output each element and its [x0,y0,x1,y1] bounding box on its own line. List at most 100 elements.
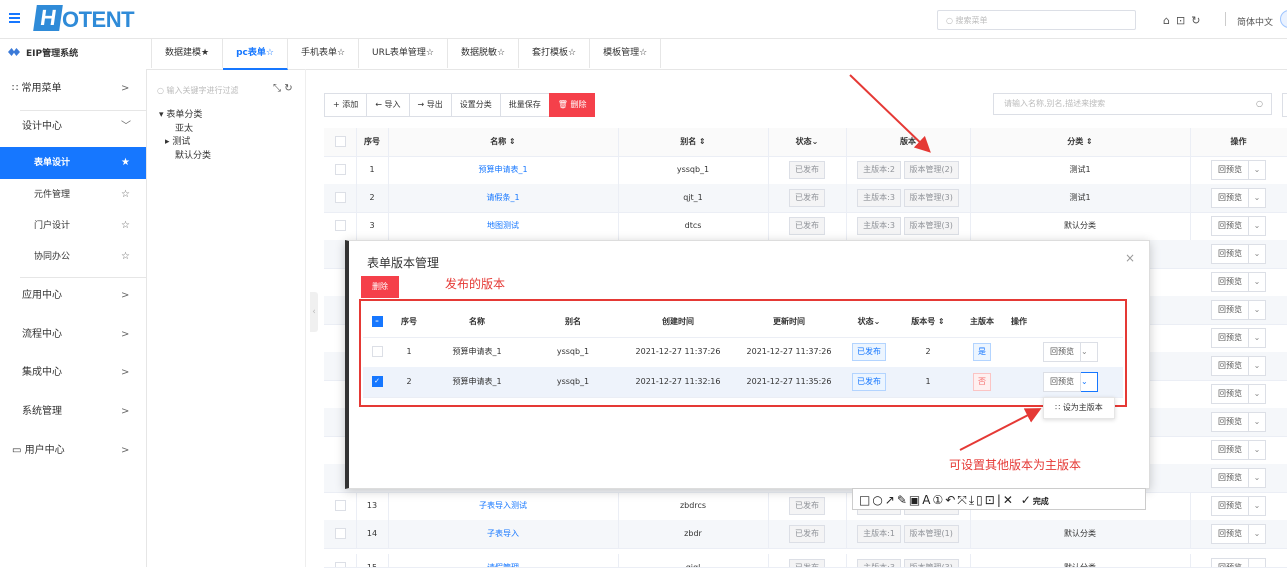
preview-button[interactable]: 回预览 [1211,272,1249,292]
tab-mobile-form[interactable]: 手机表单☆ [288,38,360,68]
sidebar-item-common-menu[interactable]: ∷ 常用菜单 > [0,73,146,105]
tree-filter-input[interactable]: ○ 输入关键字进行过滤 [157,85,239,96]
refresh-icon[interactable]: ↻ [1191,14,1206,27]
sidebar-item-process-center[interactable]: 流程中心 > [0,319,146,351]
set-category-button[interactable]: 设置分类 [450,93,501,117]
form-name-link[interactable]: 预算申请表_1 [388,156,619,184]
tab-template-management[interactable]: 模板管理☆ [590,38,662,68]
tab-data-modeling[interactable]: 数据建模★ [151,38,224,68]
sidebar-item-user-center[interactable]: ▭ 用户中心 > [0,435,146,467]
tree-node[interactable]: 默认分类 [175,148,211,161]
preview-button[interactable]: 回预览 [1211,524,1249,544]
row-checkbox[interactable] [334,528,346,539]
preview-button[interactable]: 回预览 [1211,496,1249,516]
chevron-down-icon[interactable]: ⌄ [1249,328,1266,348]
preview-button[interactable]: 回预览 [1211,440,1249,460]
tab-data-masking[interactable]: 数据脱敏☆ [448,38,520,68]
version-manage-button[interactable]: 版本管理(2) [903,161,959,179]
main-version-button[interactable]: 主版本:2 [857,161,901,179]
sidebar-item-collaboration[interactable]: 协同办公 ☆ [0,241,146,273]
preview-button[interactable]: 回预览 [1211,160,1249,180]
sidebar-item-portal-design[interactable]: 门户设计 ☆ [0,210,146,242]
preview-button[interactable]: 回预览 [1211,188,1249,208]
tab-print-template[interactable]: 套打模板☆ [519,38,591,68]
tree-node[interactable]: ▸ 测试 [165,134,190,147]
star-icon[interactable]: ☆ [121,241,130,273]
annotation-tools[interactable]: □○↗✎▣A①↶⤧⤓▯⊡|✕ ✓ [859,493,1033,507]
chevron-down-icon[interactable]: ⌄ [1249,384,1266,404]
version-manage-button[interactable]: 版本管理(3) [903,217,959,235]
chevron-down-icon[interactable]: ⌄ [1249,440,1266,460]
menu-toggle-icon[interactable] [9,13,20,23]
monitor-icon[interactable]: ⌂ [1163,14,1176,27]
chevron-down-icon[interactable]: ⌄ [1249,160,1266,180]
chevron-down-icon[interactable]: ⌄ [1081,372,1098,392]
chevron-down-icon[interactable]: ⌄ [1249,412,1266,432]
preview-button[interactable]: 回预览 [1211,384,1249,404]
avatar[interactable] [1280,10,1287,28]
star-icon[interactable]: ☆ [121,179,130,211]
chevron-down-icon[interactable]: ⌄ [1249,244,1266,264]
row-checkbox[interactable] [334,164,346,175]
form-name-link[interactable]: 地图测试 [388,212,619,240]
select-all-checkbox[interactable] [334,136,346,147]
set-main-version-menu-item[interactable]: ∷ 设为主版本 [1043,397,1115,419]
batch-save-button[interactable]: 批量保存 [499,93,550,117]
row-checkbox[interactable] [334,220,346,231]
row-checkbox[interactable] [371,346,383,357]
star-icon[interactable]: ★ [121,147,130,179]
form-name-link[interactable]: 请假条_1 [388,184,619,212]
done-button[interactable]: 完成 [1033,497,1049,506]
chevron-down-icon[interactable]: ⌄ [1249,496,1266,516]
chevron-down-icon[interactable]: ⌄ [1249,188,1266,208]
chevron-down-icon[interactable]: ⌄ [1249,216,1266,236]
version-manage-button[interactable]: 版本管理(3) [903,189,959,207]
sidebar-item-component-mgmt[interactable]: 元件管理 ☆ [0,179,146,211]
row-checkbox[interactable] [334,500,346,511]
chevron-down-icon[interactable]: ⌄ [1249,524,1266,544]
form-name-link[interactable]: 子表导入 [388,520,619,548]
export-button[interactable]: → 导出 [408,93,452,117]
close-icon[interactable]: × [1125,251,1135,265]
chevron-down-icon[interactable]: ⌄ [1249,272,1266,292]
language-switch[interactable]: 简体中文 [1237,15,1273,28]
select-all-checkbox[interactable]: – [371,316,383,327]
menu-search-input[interactable]: ○ 搜索菜单 [937,10,1136,30]
sidebar-item-system-mgmt[interactable]: 系统管理 > [0,396,146,428]
preview-button[interactable]: 回预览 [1211,244,1249,264]
tab-url-form[interactable]: URL表单管理☆ [359,38,448,68]
preview-button[interactable]: 回预览 [1211,356,1249,376]
main-version-button[interactable]: 主版本:3 [857,217,901,235]
tab-pc-form[interactable]: pc表单☆ [223,38,288,70]
row-checkbox[interactable] [334,192,346,203]
tree-node[interactable]: 亚太 [175,121,193,134]
expand-icon[interactable]: ⤡ [273,83,281,94]
form-search-input[interactable]: 请输入名称,别名,描述来搜索 ○ [993,93,1272,115]
preview-button[interactable]: 回预览 [1211,300,1249,320]
form-name-link[interactable]: 请假管理 [388,554,619,567]
sidebar-item-integration-center[interactable]: 集成中心 > [0,357,146,389]
dialog-delete-button[interactable]: 删除 [361,276,399,298]
form-name-link[interactable]: 子表导入测试 [388,492,619,520]
search-button[interactable] [1282,93,1287,117]
preview-button[interactable]: 回预览 [1211,216,1249,236]
preview-button[interactable]: 回预览 [1043,342,1081,362]
import-button[interactable]: ← 导入 [366,93,410,117]
delete-button[interactable]: 🗑 删除 [548,93,596,117]
add-button[interactable]: + 添加 [324,93,368,117]
version-manage-button[interactable]: 版本管理(1) [903,525,959,543]
preview-button[interactable]: 回预览 [1211,328,1249,348]
preview-button[interactable]: 回预览 [1211,412,1249,432]
fullscreen-icon[interactable]: ⊡ [1176,14,1191,27]
main-version-button[interactable]: 主版本:3 [857,189,901,207]
sidebar-item-design-center[interactable]: 设计中心 ﹀ [0,111,146,143]
preview-button[interactable]: 回预览 [1211,468,1249,488]
tree-root[interactable]: ▾ 表单分类 [159,107,202,120]
chevron-down-icon[interactable]: ⌄ [1249,356,1266,376]
star-icon[interactable]: ☆ [121,210,130,242]
row-checkbox-checked[interactable]: ✓ [371,376,383,387]
row-checkbox[interactable] [334,562,346,567]
refresh-icon[interactable]: ↻ [284,83,292,94]
collapse-panel-handle[interactable]: ‹ [310,292,318,332]
sidebar-item-app-center[interactable]: 应用中心 > [0,280,146,312]
